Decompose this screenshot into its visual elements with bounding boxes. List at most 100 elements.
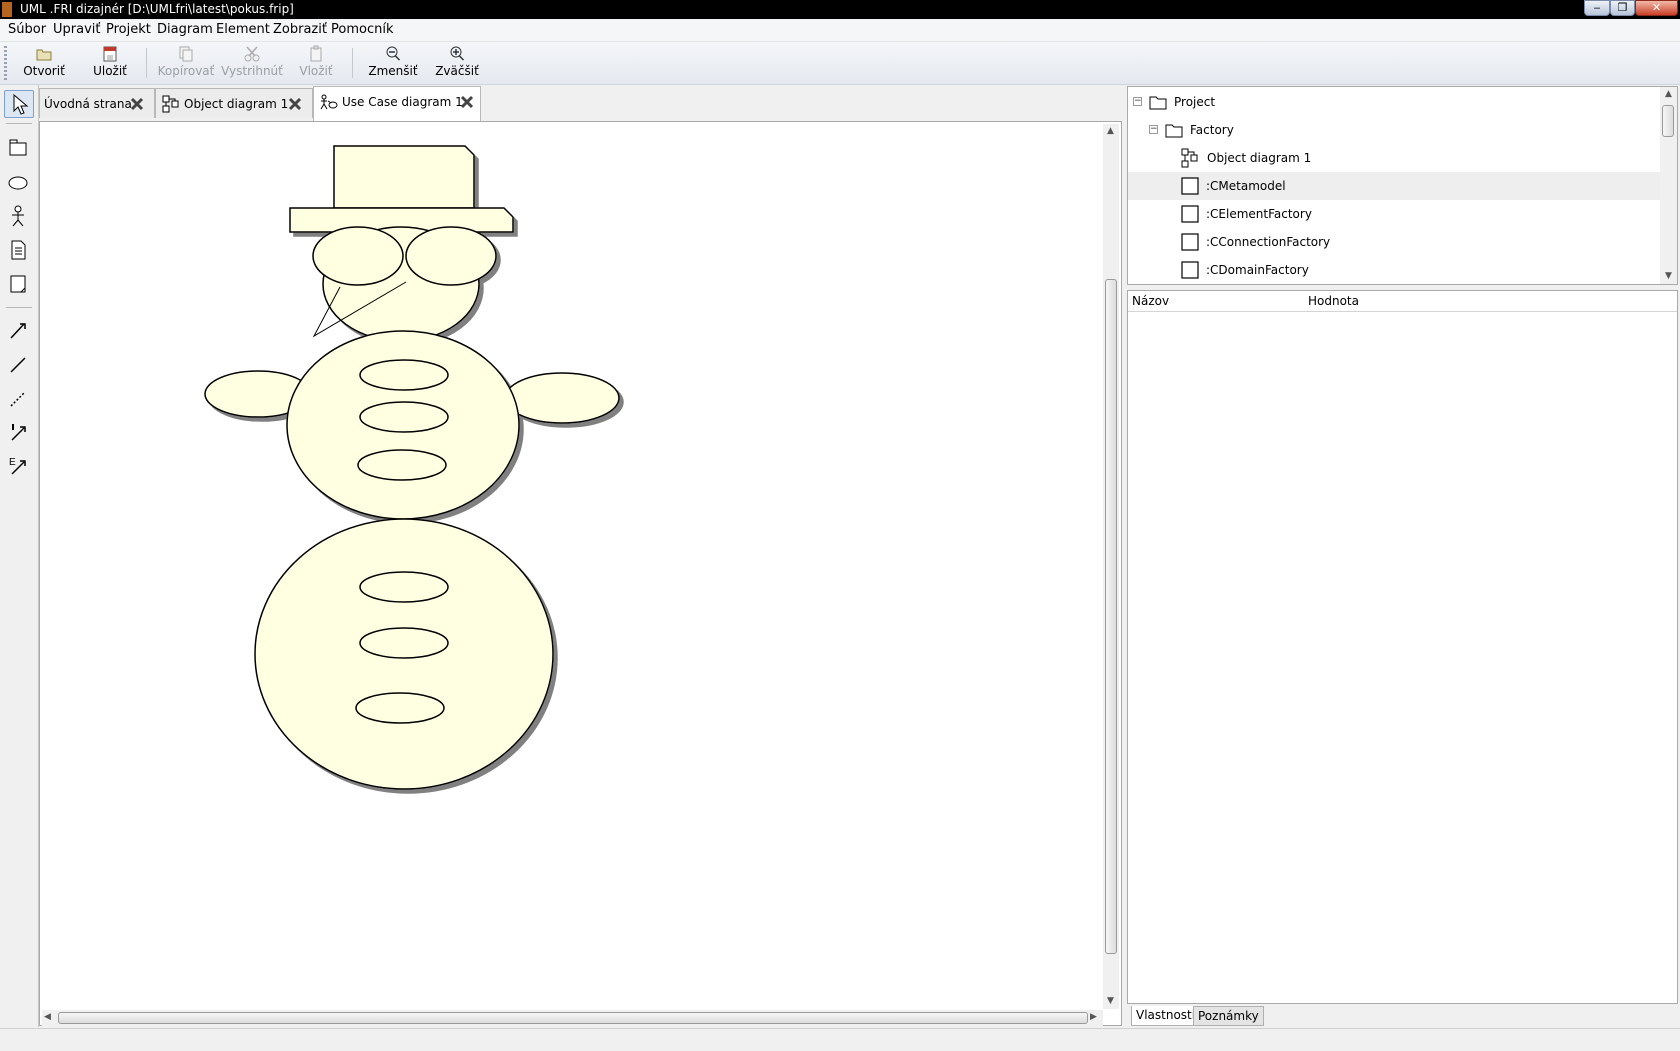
scroll-thumb[interactable] [58,1012,1088,1024]
app-icon [2,2,12,17]
comment-icon [10,275,26,293]
base-button-usecase[interactable] [359,627,449,659]
close-tab-icon[interactable] [130,97,144,111]
menu-subor[interactable]: Súbor [8,22,46,37]
actor-tool[interactable] [4,203,34,231]
tab-uvodna-strana[interactable]: Úvodná strana [39,88,155,118]
tree-item-label: Object diagram 1 [1207,151,1312,165]
scroll-up-icon[interactable]: ▲ [1107,126,1114,136]
column-header-value[interactable]: Hodnota [1308,294,1359,308]
canvas-vertical-scrollbar[interactable]: ▲ ▼ [1103,124,1119,1009]
zoom-out-icon [386,46,401,61]
scroll-left-icon[interactable]: ◀ [44,1012,51,1022]
body-button-usecase[interactable] [359,359,449,391]
close-tab-icon[interactable] [460,95,474,109]
svg-text:E: E [9,457,16,468]
palette-separator [6,307,32,308]
tree-item-factory[interactable]: − Factory [1128,116,1661,144]
line-icon [10,357,26,373]
maximize-icon: ❐ [1617,1,1628,14]
save-icon [103,46,117,62]
tree-item-project[interactable]: − Project [1128,88,1661,116]
properties-panel: Názov Hodnota [1127,290,1678,1004]
right-arm-usecase[interactable] [504,372,620,424]
left-eye-usecase[interactable] [312,226,404,286]
scroll-down-icon[interactable]: ▼ [1665,271,1672,281]
status-bar [0,1028,1680,1051]
toolbar-grip[interactable] [4,46,7,80]
save-button[interactable]: Uložiť [88,45,132,81]
copy-button[interactable]: Kopírovať [156,45,216,81]
base-button-usecase[interactable] [355,692,445,724]
body-button-usecase[interactable] [357,449,447,481]
scroll-thumb[interactable] [1105,279,1117,954]
menu-zobrazit[interactable]: Zobraziť [273,22,327,37]
project-tree[interactable]: − Project − Factory Object diagram 1 :CM… [1127,86,1678,285]
collapse-icon[interactable]: − [1133,97,1142,106]
tab-label: Use Case diagram 1 [342,95,463,109]
tree-item-label: Factory [1190,123,1234,137]
tab-poznamky[interactable]: Poznámky [1193,1006,1264,1026]
maximize-button[interactable]: ❐ [1610,0,1635,16]
menu-projekt[interactable]: Projekt [106,22,151,37]
tree-item-cdomainfactory[interactable]: :CDomainFactory [1128,256,1661,284]
collapse-icon[interactable]: − [1149,125,1158,134]
hat-top-note[interactable] [333,145,475,209]
tree-item-label: :CMetamodel [1206,179,1286,193]
note-tool[interactable] [4,237,34,265]
menu-pomocnik[interactable]: Pomocník [331,22,393,37]
scroll-up-icon[interactable]: ▲ [1665,89,1672,99]
menu-bar: Súbor Upraviť Projekt Diagram Element Zo… [0,20,1680,42]
properties-header: Názov Hodnota [1128,291,1677,312]
package-tool[interactable] [4,135,34,163]
column-header-name[interactable]: Názov [1132,294,1169,308]
menu-diagram[interactable]: Diagram [157,22,213,37]
minimize-button[interactable]: ‒ [1584,0,1610,16]
tree-item-celementfactory[interactable]: :CElementFactory [1128,200,1661,228]
scroll-down-icon[interactable]: ▼ [1107,996,1114,1006]
close-tab-icon[interactable] [288,97,302,111]
pointer-tool[interactable] [4,90,34,118]
line-tool[interactable] [4,351,34,379]
scissors-icon [244,46,260,62]
tab-object-diagram-1[interactable]: Object diagram 1 [155,88,313,118]
paste-icon [310,45,322,62]
canvas-horizontal-scrollbar[interactable]: ◀ ▶ [42,1010,1103,1026]
dependency-tool[interactable] [4,385,34,413]
tab-vlastnosti[interactable]: Vlastnosti [1131,1006,1201,1026]
diagram-canvas[interactable] [39,121,1122,1026]
zoom-in-icon [450,46,465,61]
menu-element[interactable]: Element [216,22,270,37]
include-tool[interactable] [4,419,34,447]
tree-scrollbar[interactable]: ▲ ▼ [1660,87,1677,284]
tree-item-cconnectionfactory[interactable]: :CConnectionFactory [1128,228,1661,256]
scroll-thumb[interactable] [1662,105,1674,137]
object-icon [1181,261,1199,279]
extend-arrow-icon: E [9,457,26,475]
scroll-right-icon[interactable]: ▶ [1090,1012,1097,1022]
use-case-tool[interactable] [4,169,34,197]
object-icon [1181,233,1199,251]
cut-button[interactable]: Vystrihnúť [220,45,284,81]
tree-item-object-diagram[interactable]: Object diagram 1 [1128,144,1661,172]
properties-tabs: Vlastnosti Poznámky [1127,1006,1678,1028]
zoom-out-button[interactable]: Zmenšiť [368,45,418,81]
copy-icon [179,46,193,62]
open-button[interactable]: Otvoriť [22,45,66,81]
extend-tool[interactable]: E [4,453,34,481]
tree-item-cmetamodel[interactable]: :CMetamodel [1128,172,1661,200]
tree-item-label: :CElementFactory [1206,207,1312,221]
menu-upravit[interactable]: Upraviť [53,22,100,37]
body-button-usecase[interactable] [359,401,449,433]
base-button-usecase[interactable] [359,571,449,603]
comment-tool[interactable] [4,271,34,299]
diagram-tabs: Úvodná strana Object diagram 1 Use Case … [39,85,1122,121]
right-eye-usecase[interactable] [405,226,497,286]
folder-icon [1149,96,1167,110]
association-tool[interactable] [4,317,34,345]
zoom-in-button[interactable]: Zväčšiť [432,45,482,81]
tab-use-case-diagram-1[interactable]: Use Case diagram 1 [313,86,481,121]
close-window-button[interactable]: ✕ [1635,0,1678,16]
tree-item-label: :CDomainFactory [1206,263,1309,277]
paste-button[interactable]: Vložiť [296,45,336,81]
